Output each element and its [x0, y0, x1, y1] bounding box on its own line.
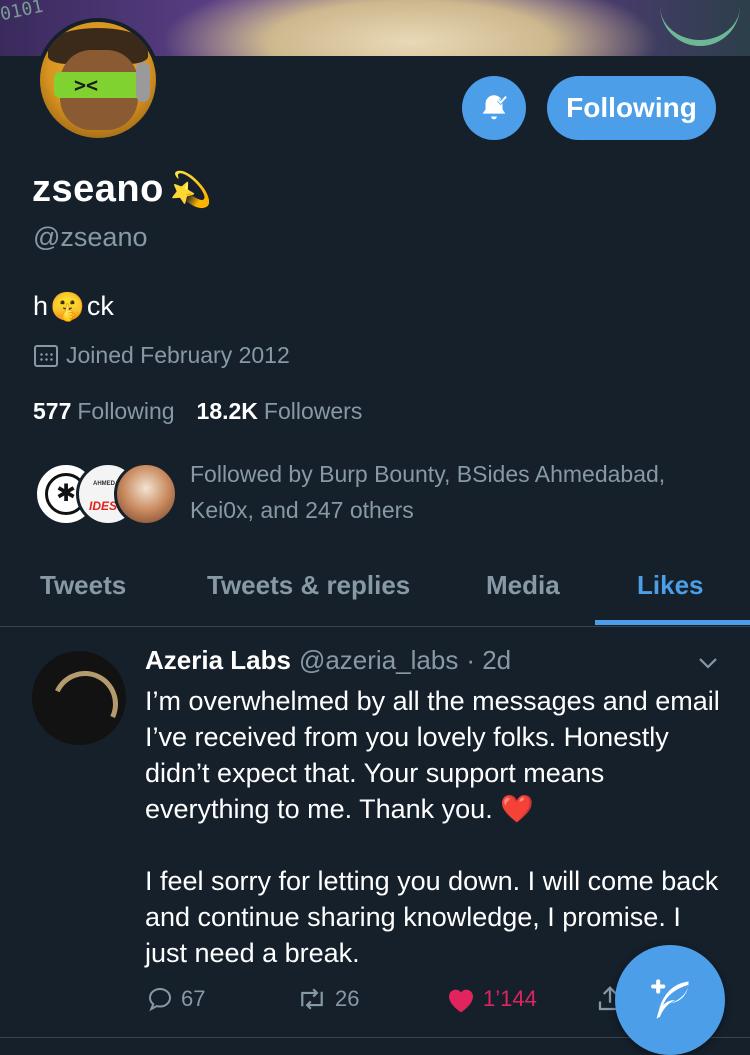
profile-handle: @zseano — [33, 222, 148, 252]
tweet-text: I’m overwhelmed by all the messages and … — [145, 683, 725, 971]
avatar-eyes: >< — [74, 73, 99, 97]
spider-icon: ✱ — [56, 480, 77, 507]
followers-count: 18.2K — [196, 398, 258, 424]
banner-book-image — [160, 0, 660, 56]
banner-decoration — [660, 0, 740, 46]
tab-tweets[interactable]: Tweets — [40, 546, 126, 624]
tab-tweets-replies[interactable]: Tweets & replies — [207, 546, 410, 624]
compose-tweet-button[interactable] — [615, 945, 725, 1055]
fox-logo-icon — [42, 661, 126, 745]
tweet-paragraph-1-text: I’m overwhelmed by all the messages and … — [145, 686, 720, 824]
tweet-time: · 2d — [466, 645, 512, 675]
bell-check-icon — [482, 95, 508, 120]
like-count: 1’144 — [483, 986, 537, 1011]
followers-count-link[interactable]: 18.2K Followers — [197, 398, 363, 425]
bio-text-end: ck — [86, 291, 114, 321]
joined-date: Joined February 2012 — [34, 342, 290, 369]
tab-media[interactable]: Media — [486, 546, 560, 624]
bio-text-start: h — [33, 291, 49, 321]
followers-label: Followers — [263, 398, 363, 424]
banner-digits: 0101 — [0, 0, 46, 26]
dizzy-emoji-icon: 💫 — [169, 170, 213, 209]
like-button[interactable]: 1’144 — [445, 984, 537, 1014]
notifications-button[interactable] — [462, 76, 526, 140]
kei0x-avatar — [114, 462, 178, 526]
tweet-author-handle[interactable]: @azeria_labs — [299, 645, 458, 676]
followed-by-avatars[interactable]: ✱ AHMEDABAD IDES — [34, 462, 178, 526]
profile-avatar[interactable]: >< — [36, 18, 160, 142]
bsides-avatar-text: IDES — [89, 499, 118, 513]
reply-icon — [148, 987, 172, 1012]
retweet-icon — [301, 988, 323, 1010]
following-button[interactable]: Following — [547, 76, 716, 140]
avatar-image: >< — [40, 22, 156, 138]
compose-feather-icon — [651, 979, 689, 1019]
following-label: Following — [77, 398, 175, 424]
joined-text: Joined February 2012 — [66, 342, 290, 368]
avatar-mask — [54, 72, 146, 98]
tweet-author-avatar[interactable] — [32, 651, 126, 745]
profile-tabs: Tweets Tweets & replies Media Likes — [0, 546, 750, 627]
retweet-count: 26 — [335, 986, 360, 1011]
tweet-paragraph-1: I’m overwhelmed by all the messages and … — [145, 683, 725, 827]
following-count-link[interactable]: 577 Following — [33, 398, 175, 425]
reply-button[interactable]: 67 — [145, 984, 205, 1014]
profile-name: zseano 💫 — [32, 168, 213, 211]
reply-count: 67 — [181, 986, 206, 1011]
tweet-author-name[interactable]: Azeria Labs — [145, 645, 291, 676]
avatar-headset — [136, 62, 150, 102]
chevron-down-icon[interactable] — [696, 651, 720, 675]
retweet-button[interactable]: 26 — [295, 984, 359, 1014]
calendar-icon — [34, 344, 58, 367]
active-tab-indicator — [595, 620, 750, 625]
shushing-face-emoji-icon: 🤫 — [50, 291, 85, 322]
red-heart-emoji-icon: ❤️ — [500, 794, 534, 824]
display-name: zseano — [32, 168, 164, 210]
tweet-header: Azeria Labs @azeria_labs · 2d — [145, 645, 511, 676]
followed-by-text[interactable]: Followed by Burp Bounty, BSides Ahmedaba… — [190, 456, 730, 528]
profile-bio: h 🤫 ck — [33, 290, 114, 323]
tab-likes[interactable]: Likes — [637, 546, 704, 624]
following-count: 577 — [33, 398, 72, 424]
heart-filled-icon — [449, 989, 473, 1013]
follow-counts: 577 Following 18.2K Followers — [33, 398, 362, 425]
